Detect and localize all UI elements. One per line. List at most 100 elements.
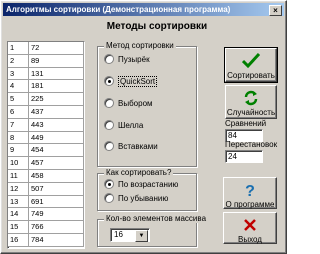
row-index: 1 xyxy=(8,42,29,55)
row-value[interactable]: 691 xyxy=(28,195,84,209)
row-value[interactable]: 454 xyxy=(28,143,84,158)
svg-text:?: ? xyxy=(245,183,255,198)
row-index: 2 xyxy=(8,54,29,68)
row-index: 12 xyxy=(8,182,29,196)
row-value[interactable]: 131 xyxy=(28,67,84,81)
swaps-field[interactable]: 24 xyxy=(225,150,263,163)
count-group-label: Кол-во элементов массива xyxy=(104,214,209,223)
method-option-label: Пузырёк xyxy=(118,54,150,64)
method-option-label: QuickSort xyxy=(118,75,158,87)
row-index: 6 xyxy=(8,105,29,119)
row-index: 11 xyxy=(8,169,29,183)
radio-button[interactable] xyxy=(104,179,114,189)
x-icon xyxy=(244,219,256,231)
about-button[interactable]: ? О программе xyxy=(223,177,277,209)
row-index: 14 xyxy=(8,207,29,222)
table-row[interactable]: 10 457 xyxy=(8,156,84,170)
comparisons-label: Сравнений xyxy=(225,119,267,128)
row-index: 15 xyxy=(8,220,29,234)
method-option[interactable]: Шелла xyxy=(104,119,143,131)
close-button[interactable]: × xyxy=(269,5,282,16)
count-group: Кол-во элементов массива 16 ▼ xyxy=(97,214,209,247)
checkmark-icon xyxy=(242,53,260,69)
order-group: Как сортировать? По возрастанию По убыван… xyxy=(97,168,197,211)
row-index: 16 xyxy=(8,233,29,247)
page-heading: Методы сортировки xyxy=(106,21,208,32)
order-option[interactable]: По убыванию xyxy=(104,192,168,204)
method-option[interactable]: Выбором xyxy=(104,97,153,109)
table-row[interactable]: 16 784 xyxy=(8,233,84,247)
exit-button-label: Выход xyxy=(238,235,262,244)
table-row[interactable]: 2 89 xyxy=(8,54,84,68)
row-index: 13 xyxy=(8,195,29,209)
method-group: Метод сортировки Пузырёк QuickSort Выбором… xyxy=(97,41,197,167)
method-option-label: Вставками xyxy=(118,141,158,151)
table-row[interactable]: 1 72 xyxy=(8,42,84,55)
table-row[interactable]: 5 225 xyxy=(8,92,84,106)
row-index: 7 xyxy=(8,118,29,132)
main-window: Алгоритмы сортировки (Демонстрационная п… xyxy=(0,0,287,254)
table-row[interactable]: 14 749 xyxy=(8,207,84,222)
method-option[interactable]: QuickSort xyxy=(104,75,158,87)
random-button[interactable]: Случайность xyxy=(225,85,277,119)
table-row[interactable]: 11 458 xyxy=(8,169,84,183)
row-value[interactable]: 89 xyxy=(28,54,84,68)
radio-button[interactable] xyxy=(104,120,114,130)
dropdown-arrow-icon[interactable]: ▼ xyxy=(135,230,148,242)
element-count-value: 16 xyxy=(114,230,123,239)
table-row[interactable]: 7 443 xyxy=(8,118,84,132)
table-row[interactable]: 6 437 xyxy=(8,105,84,119)
row-value[interactable]: 458 xyxy=(28,169,84,183)
table-row[interactable]: 12 507 xyxy=(8,182,84,196)
radio-button[interactable] xyxy=(104,98,114,108)
row-value[interactable]: 766 xyxy=(28,220,84,234)
question-icon: ? xyxy=(245,183,255,198)
order-option-label: По убыванию xyxy=(118,193,169,203)
refresh-icon xyxy=(244,90,258,106)
exit-button[interactable]: Выход xyxy=(223,212,277,244)
row-value[interactable]: 449 xyxy=(28,131,84,145)
sort-button-label: Сортировать xyxy=(227,71,275,80)
row-index: 9 xyxy=(8,143,29,158)
row-index: 10 xyxy=(8,156,29,170)
table-row[interactable]: 4 181 xyxy=(8,79,84,94)
swaps-label: Перестановок xyxy=(225,140,278,149)
random-button-label: Случайность xyxy=(226,108,276,117)
method-option[interactable]: Пузырёк xyxy=(104,53,150,65)
order-option[interactable]: По возрастанию xyxy=(104,178,178,190)
radio-button[interactable] xyxy=(104,193,114,203)
method-option[interactable]: Вставками xyxy=(104,140,158,152)
radio-button[interactable] xyxy=(104,54,114,64)
title-bar[interactable]: Алгоритмы сортировки (Демонстрационная п… xyxy=(3,3,284,16)
radio-button[interactable] xyxy=(104,141,114,151)
window-title: Алгоритмы сортировки (Демонстрационная п… xyxy=(6,5,231,14)
row-value[interactable]: 181 xyxy=(28,79,84,94)
row-value[interactable]: 443 xyxy=(28,118,84,132)
sort-button[interactable]: Сортировать xyxy=(224,47,278,83)
row-value[interactable]: 72 xyxy=(28,42,84,55)
method-option-label: Шелла xyxy=(118,120,144,130)
element-count-select[interactable]: 16 ▼ xyxy=(110,228,150,242)
row-index: 4 xyxy=(8,79,29,94)
table-row[interactable]: 8 449 xyxy=(8,131,84,145)
table-row[interactable]: 9 454 xyxy=(8,143,84,158)
array-table: 1 72 2 89 3 131 4 181 5 225 6 437 7 443 8 449 9 454 10 457 1… xyxy=(8,42,84,247)
array-list[interactable]: 1 72 2 89 3 131 4 181 5 225 6 437 7 443 8 449 9 454 10 457 1… xyxy=(7,41,85,249)
order-group-label: Как сортировать? xyxy=(104,168,174,177)
row-index: 8 xyxy=(8,131,29,145)
method-option-label: Выбором xyxy=(118,98,153,108)
row-index: 5 xyxy=(8,92,29,106)
row-value[interactable]: 457 xyxy=(28,156,84,170)
row-value[interactable]: 749 xyxy=(28,207,84,222)
row-value[interactable]: 225 xyxy=(28,92,84,106)
about-button-label: О программе xyxy=(225,200,275,209)
method-group-label: Метод сортировки xyxy=(104,41,176,50)
order-option-label: По возрастанию xyxy=(118,179,179,189)
row-value[interactable]: 437 xyxy=(28,105,84,119)
row-value[interactable]: 784 xyxy=(28,233,84,247)
radio-button[interactable] xyxy=(104,76,114,86)
table-row[interactable]: 3 131 xyxy=(8,67,84,81)
table-row[interactable]: 13 691 xyxy=(8,195,84,209)
row-value[interactable]: 507 xyxy=(28,182,84,196)
table-row[interactable]: 15 766 xyxy=(8,220,84,234)
